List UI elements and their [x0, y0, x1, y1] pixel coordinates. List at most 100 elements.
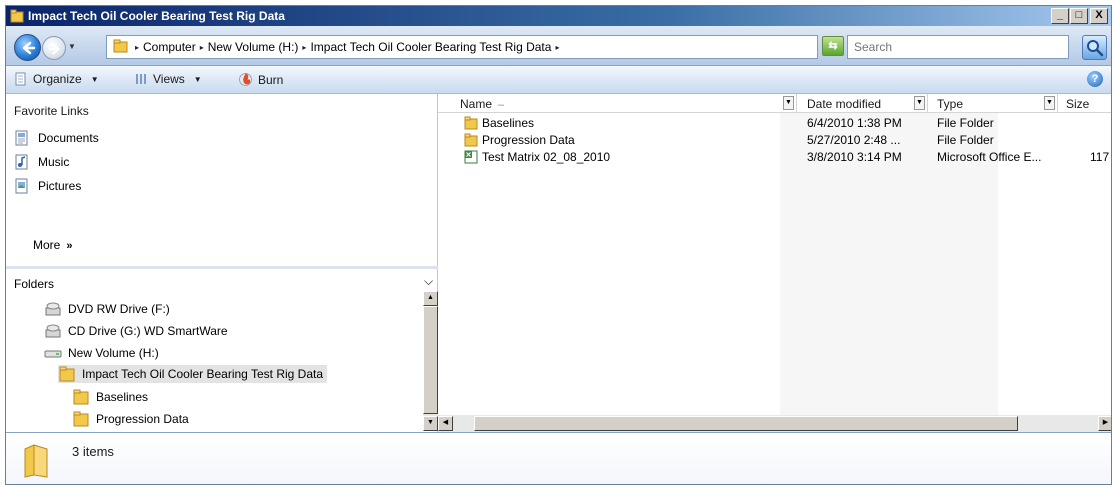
file-row[interactable]: Baselines 6/4/2010 1:38 PM File Folder — [438, 115, 1111, 131]
chevron-down-icon[interactable]: ⌵ — [424, 274, 433, 289]
tree-item-dvd-drive[interactable]: DVD RW Drive (F:) — [44, 300, 170, 318]
search-button[interactable] — [1082, 35, 1107, 60]
back-arrow-icon — [22, 41, 36, 55]
burn-button[interactable]: Burn — [238, 72, 283, 87]
breadcrumb[interactable]: ▸ Computer ▸ New Volume (H:) ▸ Impact Te… — [106, 35, 905, 59]
refresh-button[interactable]: ⇆ — [822, 36, 844, 56]
burn-icon — [239, 73, 252, 86]
crumb-current-folder[interactable]: Impact Tech Oil Cooler Bearing Test Rig … — [310, 40, 551, 54]
title-bar[interactable]: Impact Tech Oil Cooler Bearing Test Rig … — [6, 6, 1111, 26]
folder-icon — [24, 444, 48, 478]
file-row[interactable]: Progression Data 5/27/2010 2:48 ... File… — [438, 132, 1111, 148]
tree-item-new-volume[interactable]: New Volume (H:) — [44, 344, 159, 362]
crumb-new-volume[interactable]: New Volume (H:) — [208, 40, 299, 54]
file-list-scrollbar[interactable]: ◀ ▶ — [438, 415, 1111, 432]
column-date-filter[interactable]: ▼ — [914, 96, 925, 110]
file-date: 3/8/2010 3:14 PM — [807, 150, 902, 164]
column-divider[interactable] — [927, 94, 928, 113]
pane-splitter[interactable] — [6, 266, 438, 269]
pictures-icon — [15, 178, 28, 194]
favorite-pictures[interactable]: Pictures — [14, 178, 81, 194]
tree-item-label: Baselines — [96, 390, 149, 404]
folder-icon — [113, 39, 128, 53]
scroll-left-button[interactable]: ◀ — [438, 416, 453, 431]
window-title: Impact Tech Oil Cooler Bearing Test Rig … — [28, 9, 285, 23]
minimize-button[interactable]: _ — [1051, 8, 1069, 24]
tree-item-label: DVD RW Drive (F:) — [68, 302, 170, 316]
folder-icon — [10, 9, 24, 23]
scroll-up-button[interactable]: ▲ — [423, 291, 438, 306]
column-type-filter[interactable]: ▼ — [1044, 96, 1055, 110]
command-bar: Organize ▼ Views ▼ Burn ? — [6, 66, 1111, 94]
column-name-filter[interactable]: ▼ — [783, 96, 794, 110]
tree-item-label: Impact Tech Oil Cooler Bearing Test Rig … — [82, 367, 324, 381]
tree-item-cd-drive[interactable]: CD Drive (G:) WD SmartWare — [44, 322, 228, 340]
forward-button[interactable] — [42, 36, 66, 60]
close-button[interactable]: X — [1090, 8, 1108, 24]
tree-item-current-folder[interactable]: Impact Tech Oil Cooler Bearing Test Rig … — [58, 365, 328, 383]
column-date-modified[interactable]: Date modified — [807, 97, 881, 111]
back-button[interactable] — [14, 34, 41, 61]
documents-icon — [15, 130, 28, 146]
crumb-separator-icon[interactable]: ▸ — [200, 43, 204, 52]
column-headers: Name – ▼ Date modified ▼ Type ▼ Size — [438, 94, 1111, 113]
hard-drive-icon — [44, 350, 62, 358]
folders-header[interactable]: Folders — [14, 277, 54, 291]
favorite-label: Pictures — [38, 179, 82, 193]
organize-button[interactable]: Organize ▼ — [14, 72, 99, 86]
address-bar: ▼ ▸ Computer ▸ New Volume (H:) ▸ Impact … — [6, 26, 1111, 66]
crumb-separator-icon[interactable]: ▸ — [555, 43, 559, 52]
file-name: Progression Data — [482, 133, 575, 147]
refresh-icon: ⇆ — [828, 40, 838, 52]
explorer-window: Impact Tech Oil Cooler Bearing Test Rig … — [5, 5, 1112, 485]
crumb-separator-icon[interactable]: ▸ — [302, 43, 306, 52]
file-type: Microsoft Office E... — [937, 150, 1042, 164]
scroll-thumb[interactable] — [474, 416, 1018, 431]
maximize-button[interactable]: □ — [1070, 8, 1088, 24]
column-type[interactable]: Type — [937, 97, 963, 111]
file-size: 117 I — [1090, 150, 1111, 164]
favorite-label: Music — [38, 155, 70, 169]
column-name[interactable]: Name – — [460, 97, 504, 111]
favorite-music[interactable]: Music — [14, 154, 69, 170]
column-name-label: Name — [460, 97, 493, 111]
column-divider[interactable] — [796, 94, 797, 113]
cd-drive-icon — [45, 324, 61, 338]
file-type: File Folder — [937, 116, 994, 130]
item-count: 3 items — [72, 444, 114, 459]
favorite-label: Documents — [38, 131, 99, 145]
organize-icon — [15, 72, 26, 86]
more-favorites-link[interactable]: More » — [33, 238, 72, 252]
folder-icon — [73, 411, 89, 427]
forward-arrow-icon — [48, 43, 60, 55]
folders-scrollbar[interactable]: ▲ ▼ — [423, 291, 438, 431]
music-icon — [15, 154, 28, 170]
chevron-down-icon: ▼ — [90, 74, 99, 84]
sort-ascending-icon: – — [498, 99, 505, 111]
dvd-drive-icon — [45, 302, 61, 316]
favorite-documents[interactable]: Documents — [14, 130, 99, 146]
navigation-pane: Favorite Links Documents Music Pictures … — [6, 94, 438, 432]
views-icon — [136, 74, 146, 84]
recent-pages-dropdown[interactable]: ▼ — [68, 42, 76, 51]
tree-item-progression-data[interactable]: Progression Data — [72, 410, 189, 428]
search-input[interactable] — [848, 36, 1068, 58]
crumb-separator-icon[interactable]: ▸ — [135, 43, 139, 52]
help-button[interactable]: ? — [1087, 71, 1103, 87]
scroll-down-button[interactable]: ▼ — [423, 416, 438, 431]
excel-file-icon — [464, 150, 478, 164]
file-row[interactable]: Test Matrix 02_08_2010 3/8/2010 3:14 PM … — [438, 149, 1111, 165]
file-name: Baselines — [482, 116, 535, 130]
column-divider[interactable] — [1057, 94, 1058, 113]
file-name: Test Matrix 02_08_2010 — [482, 150, 611, 164]
column-size[interactable]: Size — [1066, 97, 1089, 111]
folder-icon — [464, 133, 478, 147]
views-button[interactable]: Views ▼ — [134, 72, 202, 86]
double-chevron-icon: » — [66, 240, 73, 252]
tree-item-baselines[interactable]: Baselines — [72, 388, 148, 406]
scroll-right-button[interactable]: ▶ — [1098, 416, 1111, 431]
search-box[interactable] — [847, 35, 1069, 59]
views-label: Views — [153, 72, 185, 86]
crumb-computer[interactable]: Computer — [143, 40, 196, 54]
scroll-thumb[interactable] — [423, 306, 438, 414]
